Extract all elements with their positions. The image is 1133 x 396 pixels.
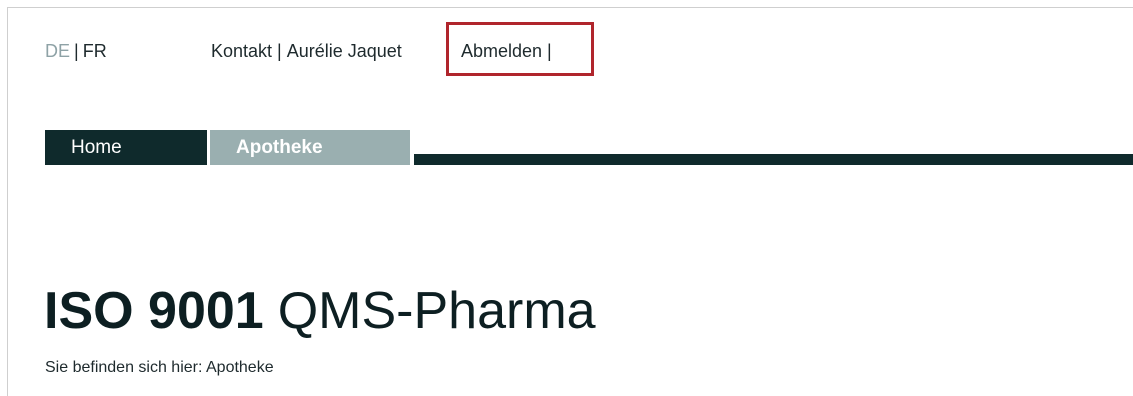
language-switcher: DE | FR (45, 40, 107, 62)
user-name-link[interactable]: Aurélie Jaquet (287, 41, 402, 61)
breadcrumb: Sie befinden sich hier: Apotheke (45, 359, 274, 376)
page-title-bold: ISO 9001 (44, 282, 264, 340)
contact-link[interactable]: Kontakt (211, 41, 272, 61)
lang-separator: | (74, 41, 79, 61)
top-links: Kontakt | Aurélie Jaquet (211, 40, 402, 62)
page-title: ISO 9001 QMS-Pharma (44, 276, 596, 346)
page-title-rest: QMS-Pharma (277, 282, 596, 340)
lang-fr-link[interactable]: FR (83, 41, 107, 61)
logout-link[interactable]: Abmelden | (461, 40, 552, 62)
nav-tab-apotheke[interactable]: Apotheke (210, 130, 410, 165)
lang-de-link[interactable]: DE (45, 41, 70, 61)
nav-bar-rule (414, 154, 1133, 165)
nav-tab-home[interactable]: Home (45, 130, 207, 165)
top-separator: | (277, 41, 282, 61)
